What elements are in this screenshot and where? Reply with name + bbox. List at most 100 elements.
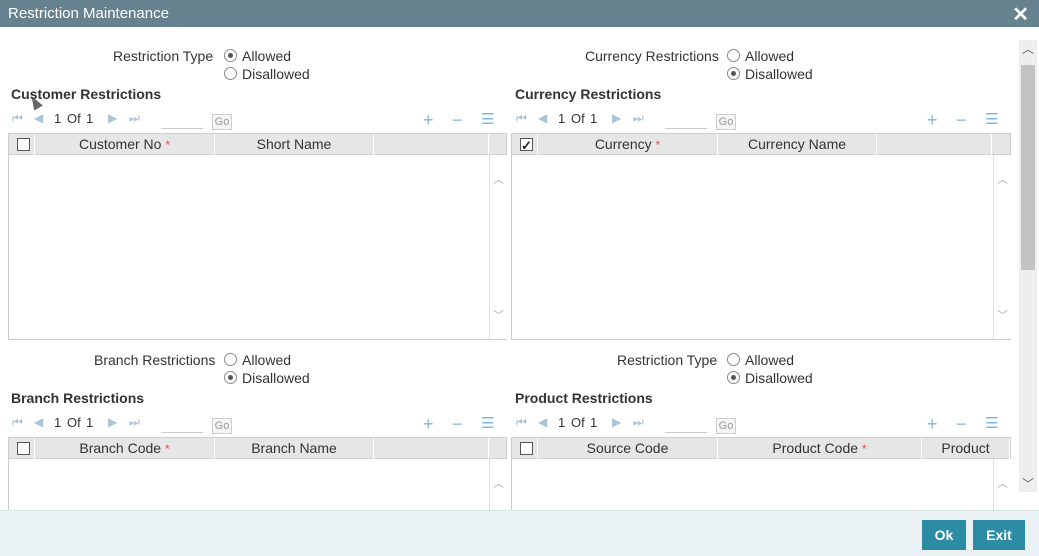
- prev-page-icon[interactable]: ◀: [34, 111, 43, 125]
- page-input[interactable]: [665, 115, 707, 129]
- restriction-type-disallowed-label: Disallowed: [242, 66, 310, 82]
- scroll-up-icon[interactable]: ︿: [493, 171, 504, 187]
- prev-page-icon[interactable]: ◀: [538, 415, 547, 429]
- scroll-down-icon[interactable]: ﹀: [1021, 475, 1035, 492]
- last-page-icon[interactable]: ⏭: [129, 111, 140, 126]
- scroll-up-icon[interactable]: ︿: [493, 475, 504, 491]
- page-current: 1: [54, 415, 62, 430]
- list-view-icon[interactable]: ☰: [481, 111, 494, 129]
- prev-page-icon[interactable]: ◀: [538, 111, 547, 125]
- page-input[interactable]: [665, 419, 707, 433]
- branch-grid-scrollbar[interactable]: ︿: [489, 459, 507, 510]
- restriction-type-disallowed-radio[interactable]: [224, 67, 237, 80]
- next-page-icon[interactable]: ▶: [612, 111, 621, 125]
- select-all-checkbox[interactable]: [17, 442, 30, 455]
- scroll-down-icon[interactable]: ﹀: [997, 307, 1008, 323]
- currency-restrictions-allowed-radio[interactable]: [727, 49, 740, 62]
- delete-row-icon[interactable]: −: [452, 415, 463, 433]
- close-icon[interactable]: ✕: [1012, 2, 1029, 27]
- currency-restrictions-disallowed-radio[interactable]: [727, 67, 740, 80]
- product-restriction-type-label: Restriction Type: [617, 352, 718, 368]
- last-page-icon[interactable]: ⏭: [633, 415, 644, 430]
- go-button[interactable]: Go: [212, 114, 232, 130]
- branch-restrictions-disallowed-radio[interactable]: [224, 371, 237, 384]
- page-current: 1: [54, 111, 62, 126]
- last-page-icon[interactable]: ⏭: [633, 111, 644, 126]
- product-grid: Source Code Product Code * Product ︿: [511, 437, 1011, 510]
- column-header-branch-code[interactable]: Branch Code *: [35, 438, 215, 459]
- page-current: 1: [558, 111, 566, 126]
- select-all-cell: [512, 134, 538, 156]
- page-input[interactable]: [161, 419, 203, 433]
- delete-row-icon[interactable]: −: [956, 111, 967, 129]
- currency-restrictions-disallowed-label: Disallowed: [745, 66, 813, 82]
- go-button[interactable]: Go: [716, 114, 736, 130]
- restriction-type-label: Restriction Type: [113, 48, 214, 64]
- scroll-up-icon[interactable]: ︿: [997, 475, 1008, 491]
- column-header-customer-no[interactable]: Customer No *: [35, 134, 215, 155]
- branch-restrictions-title: Branch Restrictions: [11, 390, 145, 406]
- column-header-source-code[interactable]: Source Code: [538, 438, 718, 459]
- next-page-icon[interactable]: ▶: [612, 415, 621, 429]
- exit-button[interactable]: Exit: [973, 520, 1025, 550]
- prev-page-icon[interactable]: ◀: [34, 415, 43, 429]
- currency-grid-header: Currency * Currency Name: [512, 134, 1010, 156]
- first-page-icon[interactable]: ⏮: [12, 111, 23, 126]
- first-page-icon[interactable]: ⏮: [12, 415, 23, 430]
- branch-restrictions-label: Branch Restrictions: [94, 352, 216, 368]
- currency-restrictions-label: Currency Restrictions: [585, 48, 719, 64]
- next-page-icon[interactable]: ▶: [108, 415, 117, 429]
- column-header-blank: [877, 134, 992, 155]
- product-restriction-type-allowed-radio[interactable]: [727, 353, 740, 366]
- first-page-icon[interactable]: ⏮: [516, 415, 527, 430]
- select-all-cell: [512, 438, 538, 459]
- currency-grid-scrollbar[interactable]: ︿ ﹀: [993, 155, 1011, 339]
- list-view-icon[interactable]: ☰: [481, 415, 494, 433]
- ok-button[interactable]: Ok: [922, 520, 966, 550]
- branch-pager: ⏮ ◀ 1 Of 1 ▶ ⏭ Go + − ☰: [12, 415, 507, 435]
- page-total: 1: [590, 415, 598, 430]
- scroll-down-icon[interactable]: ﹀: [493, 307, 504, 323]
- column-header-product-code[interactable]: Product Code *: [718, 438, 922, 459]
- restriction-type-allowed-radio[interactable]: [224, 49, 237, 62]
- select-all-checkbox[interactable]: [520, 442, 533, 455]
- list-view-icon[interactable]: ☰: [985, 111, 998, 129]
- select-all-cell: [9, 134, 35, 155]
- add-row-icon[interactable]: +: [423, 415, 434, 433]
- go-button[interactable]: Go: [716, 418, 736, 434]
- product-restriction-type-disallowed-radio[interactable]: [727, 371, 740, 384]
- column-header-currency[interactable]: Currency *: [538, 134, 718, 155]
- select-all-checkbox[interactable]: [520, 136, 533, 156]
- column-header-product[interactable]: Product: [922, 438, 1010, 459]
- page-input[interactable]: [161, 115, 203, 129]
- customer-grid-scrollbar[interactable]: ︿ ﹀: [489, 155, 507, 339]
- select-all-checkbox[interactable]: [17, 138, 30, 151]
- add-row-icon[interactable]: +: [423, 111, 434, 129]
- delete-row-icon[interactable]: −: [452, 111, 463, 129]
- branch-restrictions-allowed-radio[interactable]: [224, 353, 237, 366]
- currency-grid: Currency * Currency Name ︿ ﹀: [511, 133, 1011, 340]
- page-current: 1: [558, 415, 566, 430]
- product-pager: ⏮ ◀ 1 Of 1 ▶ ⏭ Go + − ☰: [516, 415, 1011, 435]
- currency-pager: ⏮ ◀ 1 Of 1 ▶ ⏭ Go + − ☰: [516, 111, 1011, 131]
- window-scrollbar[interactable]: ︿ ﹀: [1019, 40, 1037, 492]
- column-header-branch-name[interactable]: Branch Name: [215, 438, 374, 459]
- add-row-icon[interactable]: +: [927, 111, 938, 129]
- product-grid-scrollbar[interactable]: ︿: [993, 459, 1011, 510]
- page-total: 1: [86, 415, 94, 430]
- first-page-icon[interactable]: ⏮: [516, 111, 527, 126]
- scrollbar-thumb[interactable]: [1021, 65, 1035, 270]
- next-page-icon[interactable]: ▶: [108, 111, 117, 125]
- delete-row-icon[interactable]: −: [956, 415, 967, 433]
- product-restriction-type-disallowed-label: Disallowed: [745, 370, 813, 386]
- last-page-icon[interactable]: ⏭: [129, 415, 140, 430]
- add-row-icon[interactable]: +: [927, 415, 938, 433]
- column-header-blank: [374, 438, 489, 459]
- column-header-currency-name[interactable]: Currency Name: [718, 134, 877, 155]
- go-button[interactable]: Go: [212, 418, 232, 434]
- list-view-icon[interactable]: ☰: [985, 415, 998, 433]
- scroll-up-icon[interactable]: ︿: [1021, 40, 1035, 57]
- column-header-short-name[interactable]: Short Name: [215, 134, 374, 155]
- scroll-up-icon[interactable]: ︿: [997, 171, 1008, 187]
- column-header-blank: [374, 134, 489, 155]
